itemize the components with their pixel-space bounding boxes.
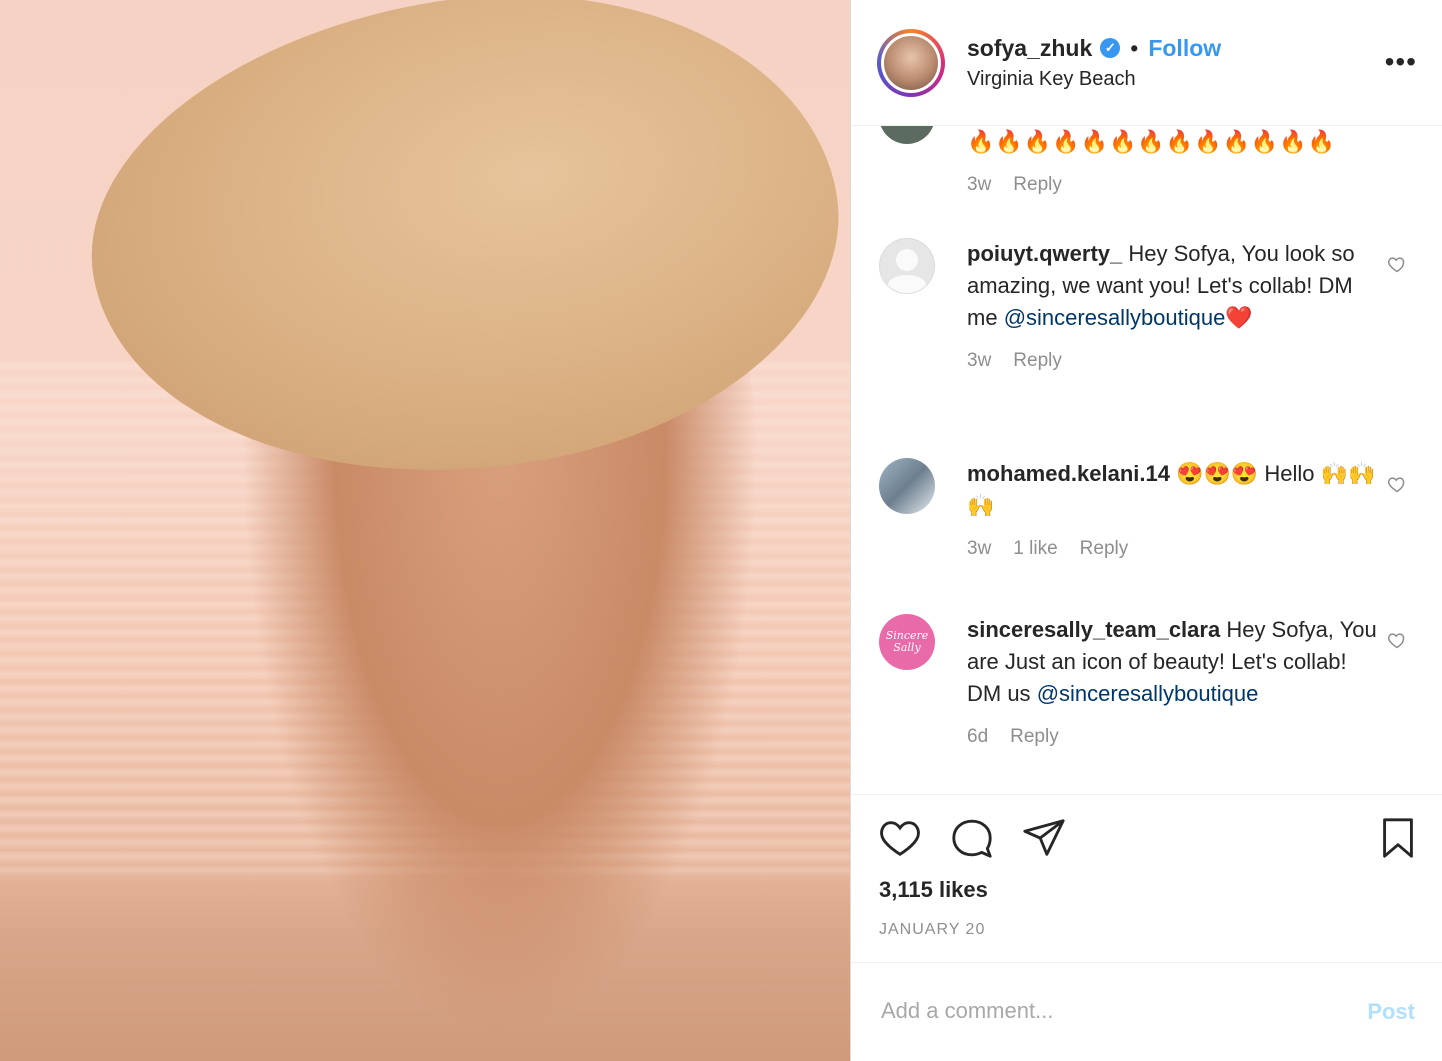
comment-username[interactable]: mohamed.kelani.14: [967, 461, 1170, 486]
comment-emoji: ❤️: [1225, 305, 1253, 330]
default-avatar-body-icon: [888, 275, 926, 293]
share-paper-plane-icon[interactable]: [1021, 815, 1067, 861]
header-separator: •: [1130, 34, 1139, 61]
like-comment-heart-icon[interactable]: [1387, 630, 1407, 650]
reply-button[interactable]: Reply: [1080, 538, 1129, 560]
like-heart-icon[interactable]: [877, 815, 923, 861]
comment-item: Sincere Sally sinceresally_team_clara He…: [879, 614, 1419, 748]
post-date[interactable]: JANUARY 20: [879, 921, 985, 939]
comment-bubble-icon[interactable]: [949, 815, 995, 861]
reply-button[interactable]: Reply: [1013, 350, 1062, 372]
comment-mention[interactable]: @sinceresallyboutique: [1037, 681, 1259, 706]
post-modal: sofya_zhuk ✓ • Follow Virginia Key Beach…: [0, 0, 1442, 1061]
comment-time[interactable]: 3w: [967, 350, 991, 372]
author-avatar-image: [884, 35, 938, 90]
commenter-avatar[interactable]: Sincere Sally: [879, 614, 935, 670]
comment-input[interactable]: [879, 997, 1323, 1025]
comments-list[interactable]: 🔥🔥🔥🔥🔥🔥🔥🔥🔥🔥🔥🔥🔥 3w Reply poiuyt.qwerty_ He…: [851, 126, 1442, 794]
like-comment-heart-icon[interactable]: [1387, 474, 1407, 494]
likes-count[interactable]: 3,115 likes: [879, 877, 988, 903]
comment-text: poiuyt.qwerty_ Hey Sofya, You look so am…: [967, 238, 1377, 334]
comment-mention[interactable]: @sinceresallyboutique: [1004, 305, 1226, 330]
comment-meta: 3w Reply: [967, 174, 1419, 196]
verified-badge-icon: ✓: [1100, 38, 1121, 58]
post-side-panel: sofya_zhuk ✓ • Follow Virginia Key Beach…: [850, 0, 1442, 1061]
post-location[interactable]: Virginia Key Beach: [967, 68, 1221, 91]
comment-text: 🔥🔥🔥🔥🔥🔥🔥🔥🔥🔥🔥🔥🔥: [967, 129, 1337, 154]
commenter-avatar[interactable]: [879, 126, 935, 144]
comment-time[interactable]: 3w: [967, 174, 991, 196]
comment-likes[interactable]: 1 like: [1013, 538, 1057, 560]
like-comment-heart-icon[interactable]: [1387, 254, 1407, 274]
commenter-avatar[interactable]: [879, 458, 935, 514]
post-comment-button[interactable]: Post: [1367, 999, 1415, 1025]
reply-button[interactable]: Reply: [1010, 726, 1059, 748]
comment-time[interactable]: 6d: [967, 726, 988, 748]
comment-item: mohamed.kelani.14 😍😍😍 Hello 🙌🙌🙌 3w 1 lik…: [879, 458, 1419, 560]
comment-text: mohamed.kelani.14 😍😍😍 Hello 🙌🙌🙌: [967, 458, 1377, 522]
reply-button[interactable]: Reply: [1013, 174, 1062, 196]
comment-text: sinceresally_team_clara Hey Sofya, You a…: [967, 614, 1377, 710]
save-bookmark-icon[interactable]: [1375, 815, 1421, 861]
comment-time[interactable]: 3w: [967, 538, 991, 560]
post-actions: 3,115 likes JANUARY 20: [851, 794, 1442, 962]
follow-button[interactable]: Follow: [1148, 35, 1221, 62]
author-avatar[interactable]: [877, 28, 945, 97]
comment-meta: 3w Reply: [967, 350, 1419, 372]
comment-item: poiuyt.qwerty_ Hey Sofya, You look so am…: [879, 238, 1419, 372]
comment-meta: 6d Reply: [967, 726, 1419, 748]
commenter-avatar[interactable]: [879, 238, 935, 294]
post-photo[interactable]: [0, 0, 850, 1061]
comment-username[interactable]: poiuyt.qwerty_: [967, 241, 1122, 266]
post-header: sofya_zhuk ✓ • Follow Virginia Key Beach…: [851, 0, 1442, 126]
add-comment-bar: Post: [851, 962, 1442, 1061]
comment-item: 🔥🔥🔥🔥🔥🔥🔥🔥🔥🔥🔥🔥🔥 3w Reply: [879, 126, 1419, 196]
comment-meta: 3w 1 like Reply: [967, 538, 1419, 560]
comment-username[interactable]: sinceresally_team_clara: [967, 617, 1220, 642]
more-options-icon[interactable]: •••: [1385, 46, 1417, 78]
default-avatar-head-icon: [896, 249, 918, 271]
author-username[interactable]: sofya_zhuk: [967, 35, 1092, 62]
